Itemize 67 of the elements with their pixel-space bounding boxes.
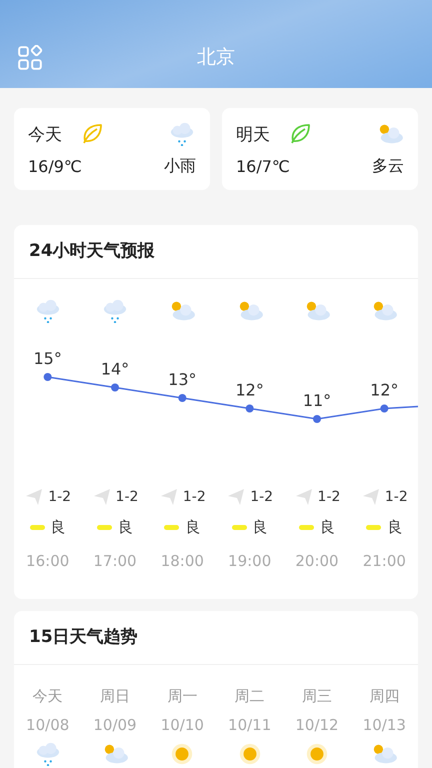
weekday-label: 周四	[369, 687, 400, 706]
air-quality-text: 良	[118, 518, 133, 536]
temperature-label: 15°	[33, 349, 62, 368]
temperature-range: 16/9℃	[28, 156, 82, 176]
wind-level: 1-2	[318, 489, 340, 505]
city-title: 北京	[197, 45, 235, 70]
air-quality-text: 良	[320, 518, 335, 536]
air-quality-bar	[366, 524, 382, 530]
hour-label: 20:00	[295, 552, 339, 570]
air-quality-text: 良	[252, 518, 268, 536]
air-quality-text: 良	[185, 518, 200, 536]
wind-arrow-icon	[24, 487, 44, 507]
weather-text: 多云	[372, 156, 404, 176]
weekday-label: 今天	[32, 687, 63, 706]
wind-level: 1-2	[384, 489, 408, 505]
day-label: 今天	[28, 124, 62, 146]
data-point	[178, 394, 186, 402]
wind-arrow-icon	[92, 487, 112, 507]
wind-arrow-icon	[158, 487, 179, 507]
wind-level: 1-2	[250, 489, 274, 505]
air-quality-bar	[232, 524, 247, 530]
wind-level: 1-2	[182, 489, 206, 505]
wind-level: 1-2	[116, 489, 138, 505]
air-quality-bar	[96, 524, 112, 530]
date-label: 10/11	[228, 716, 272, 734]
temperature-label: 13°	[168, 370, 197, 389]
wind-arrow-icon	[226, 487, 246, 507]
air-quality-bar	[30, 524, 45, 530]
day-label: 明天	[236, 124, 270, 146]
data-point	[246, 404, 254, 412]
day-card[interactable]: 今天 16/9℃ 小雨	[14, 108, 210, 190]
grid-menu-icon[interactable]	[17, 45, 43, 71]
hour-label: 17:00	[93, 552, 137, 570]
air-quality-text: 良	[387, 518, 402, 536]
data-point	[111, 384, 119, 392]
air-quality-bar	[298, 524, 314, 530]
rain-cloud-icon	[168, 122, 196, 146]
temperature-label: 14°	[100, 360, 130, 378]
temperature-label: 11°	[302, 391, 332, 410]
section-title: 24小时天气预报	[14, 225, 418, 279]
weather-text: 小雨	[164, 156, 196, 176]
weekday-label: 周二	[234, 687, 265, 706]
date-label: 10/12	[295, 716, 339, 734]
weekday-label: 周一	[167, 687, 198, 706]
section-title: 15日天气趋势	[14, 611, 418, 665]
data-point	[380, 404, 388, 412]
hour-label: 19:00	[228, 552, 272, 570]
weekday-label: 周三	[302, 687, 332, 706]
temperature-label: 12°	[235, 380, 264, 400]
hour-label: 18:00	[160, 552, 204, 570]
weekday-label: 周日	[100, 687, 130, 706]
temperature-range: 16/7℃	[236, 156, 290, 176]
wind-level: 1-2	[48, 489, 72, 505]
date-label: 10/09	[93, 716, 137, 734]
data-point	[44, 373, 52, 381]
date-label: 10/08	[26, 716, 70, 734]
hour-label: 21:00	[362, 552, 406, 570]
air-quality-text: 良	[50, 518, 66, 536]
wind-arrow-icon	[294, 487, 314, 507]
temperature-label: 12°	[370, 380, 399, 400]
air-quality-bar	[164, 524, 180, 530]
day-card[interactable]: 明天 16/7℃ 多云	[222, 108, 418, 190]
hour-label: 16:00	[26, 552, 70, 570]
wind-arrow-icon	[360, 487, 381, 507]
data-point	[313, 415, 321, 423]
date-label: 10/13	[362, 716, 406, 734]
date-label: 10/10	[160, 716, 204, 734]
